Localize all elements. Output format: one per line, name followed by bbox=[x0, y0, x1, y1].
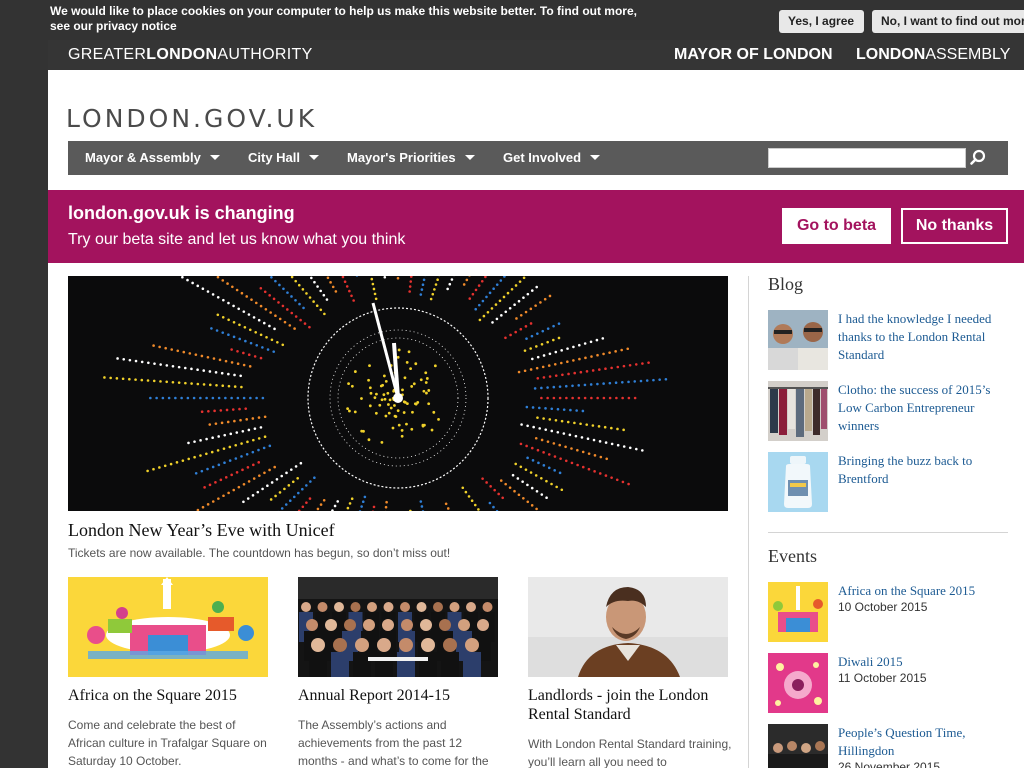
event-item: Diwali 2015 11 October 2015 bbox=[768, 653, 1008, 713]
search-input[interactable] bbox=[768, 148, 966, 168]
chevron-down-icon bbox=[309, 155, 320, 160]
beta-banner: london.gov.uk is changing Try our beta s… bbox=[48, 190, 1024, 263]
hero-image-new-years-eve[interactable] bbox=[68, 276, 728, 511]
blog-item: Bringing the buzz back to Brentford bbox=[768, 452, 1008, 512]
cookie-banner: We would like to place cookies on your c… bbox=[0, 0, 1024, 40]
blog-item: I had the knowledge I needed thanks to t… bbox=[768, 310, 1008, 370]
sidebar-separator bbox=[768, 532, 1008, 533]
blog-thumbnail[interactable] bbox=[768, 452, 828, 512]
event-thumbnail[interactable] bbox=[768, 582, 828, 642]
nav-item-mayor-assembly[interactable]: Mayor & Assembly bbox=[85, 141, 220, 175]
assembly-link-text-bold: LONDON bbox=[856, 46, 926, 63]
event-date: 10 October 2015 bbox=[838, 600, 928, 614]
portrait-illustration bbox=[528, 577, 728, 677]
hero-title-link[interactable]: London New Year’s Eve with Unicef bbox=[68, 520, 335, 541]
firework-clock-illustration bbox=[103, 276, 668, 511]
sidebar-divider bbox=[748, 276, 749, 768]
card-image-annual-report[interactable] bbox=[298, 577, 498, 677]
two-men-photo bbox=[768, 310, 828, 370]
main-nav: Mayor & Assembly City Hall Mayor's Prior… bbox=[68, 141, 1008, 175]
london-assembly-link[interactable]: LONDONASSEMBLY bbox=[856, 46, 1010, 64]
blog-thumbnail[interactable] bbox=[768, 381, 828, 441]
clothes-rack-photo bbox=[768, 381, 828, 441]
card-image-landlords[interactable] bbox=[528, 577, 728, 677]
event-item-link[interactable]: Diwali 2015 bbox=[838, 653, 1010, 671]
blog-item-link[interactable]: Bringing the buzz back to Brentford bbox=[838, 452, 1010, 488]
card-description: Come and celebrate the best of African c… bbox=[68, 718, 267, 768]
nav-item-label: City Hall bbox=[248, 150, 301, 165]
panel-photo-thumbnail bbox=[768, 724, 828, 768]
chevron-down-icon bbox=[590, 155, 601, 160]
card-title-link[interactable]: Landlords - join the London Rental Stand… bbox=[528, 686, 728, 724]
carnival-thumbnail bbox=[768, 582, 828, 642]
gla-logo-text: AUTHORITY bbox=[217, 46, 313, 63]
blog-item: Clotho: the success of 2015’s Low Carbon… bbox=[768, 381, 1008, 441]
card-description: With London Rental Standard training, yo… bbox=[528, 737, 732, 768]
cookie-find-out-more-button[interactable]: No, I want to find out more bbox=[872, 10, 1024, 33]
nav-item-label: Mayor & Assembly bbox=[85, 150, 201, 165]
blog-thumbnail[interactable] bbox=[768, 310, 828, 370]
event-item-link[interactable]: Africa on the Square 2015 bbox=[838, 582, 1010, 600]
no-thanks-button[interactable]: No thanks bbox=[901, 208, 1008, 244]
card-title-link[interactable]: Annual Report 2014-15 bbox=[298, 686, 498, 705]
event-item-link[interactable]: People’s Question Time, Hillingdon bbox=[838, 724, 1010, 760]
beta-banner-subtitle: Try our beta site and let us know what y… bbox=[68, 231, 406, 248]
card-image-africa-on-the-square[interactable] bbox=[68, 577, 268, 677]
nav-item-get-involved[interactable]: Get Involved bbox=[503, 141, 601, 175]
carnival-illustration bbox=[87, 577, 254, 659]
card-title-link[interactable]: Africa on the Square 2015 bbox=[68, 686, 268, 705]
hero-description: Tickets are now available. The countdown… bbox=[68, 546, 451, 560]
cookie-message: We would like to place cookies on your c… bbox=[50, 4, 650, 34]
gla-logo-text: GREATER bbox=[68, 46, 147, 63]
event-date: 26 November 2015 bbox=[838, 760, 941, 768]
blog-item-link[interactable]: I had the knowledge I needed thanks to t… bbox=[838, 310, 1010, 364]
privacy-notice-link[interactable]: see our privacy notice bbox=[50, 19, 650, 34]
nav-item-label: Get Involved bbox=[503, 150, 582, 165]
group-photo-illustration bbox=[298, 577, 498, 677]
search-icon bbox=[970, 149, 986, 165]
nav-item-label: Mayor's Priorities bbox=[347, 150, 456, 165]
nav-item-city-hall[interactable]: City Hall bbox=[248, 141, 320, 175]
event-date: 11 October 2015 bbox=[838, 671, 927, 685]
nav-item-mayors-priorities[interactable]: Mayor's Priorities bbox=[347, 141, 475, 175]
gla-header: GREATERLONDONAUTHORITY MAYOR OF LONDON L… bbox=[48, 40, 1024, 70]
beta-banner-title: london.gov.uk is changing bbox=[68, 203, 295, 223]
event-item: Africa on the Square 2015 10 October 201… bbox=[768, 582, 1008, 642]
card-description: The Assembly’s actions and achievements … bbox=[298, 718, 489, 768]
diwali-thumbnail bbox=[768, 653, 828, 713]
event-thumbnail[interactable] bbox=[768, 653, 828, 713]
blog-heading: Blog bbox=[768, 274, 804, 294]
event-thumbnail[interactable] bbox=[768, 724, 828, 768]
cookie-agree-button[interactable]: Yes, I agree bbox=[779, 10, 864, 33]
events-heading: Events bbox=[768, 546, 817, 566]
site-logo[interactable]: LONDON.GOV.UK bbox=[66, 104, 317, 133]
chevron-down-icon bbox=[464, 155, 475, 160]
page-content: LONDON.GOV.UK Mayor & Assembly City Hall… bbox=[48, 70, 1024, 768]
chevron-down-icon bbox=[209, 155, 220, 160]
assembly-link-text: ASSEMBLY bbox=[925, 46, 1011, 63]
blog-item-link[interactable]: Clotho: the success of 2015’s Low Carbon… bbox=[838, 381, 1010, 435]
mayor-of-london-link[interactable]: MAYOR OF LONDON bbox=[674, 46, 833, 64]
go-to-beta-button[interactable]: Go to beta bbox=[782, 208, 891, 244]
gla-logo-link[interactable]: GREATERLONDONAUTHORITY bbox=[68, 46, 313, 64]
gla-logo-text-bold: LONDON bbox=[146, 46, 218, 63]
search-button[interactable] bbox=[968, 146, 992, 170]
honey-jar-photo bbox=[768, 452, 828, 512]
event-item: People’s Question Time, Hillingdon 26 No… bbox=[768, 724, 1008, 768]
cookie-message-line: We would like to place cookies on your c… bbox=[50, 4, 637, 18]
